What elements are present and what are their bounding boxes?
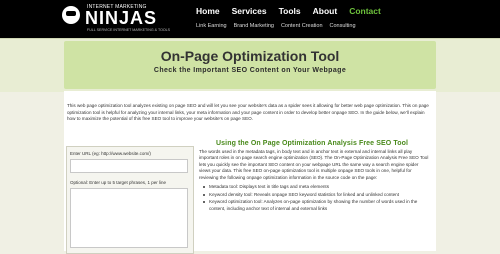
- sub-nav: Link Earning Brand Marketing Content Cre…: [196, 23, 363, 29]
- subnav-link-earning[interactable]: Link Earning: [196, 23, 227, 29]
- nav-about[interactable]: About: [313, 6, 338, 16]
- nav-contact[interactable]: Contact: [349, 6, 381, 16]
- ninja-logo-icon: [62, 6, 80, 24]
- intro-paragraph: This web page optimization tool analyzes…: [67, 103, 429, 121]
- list-item: Metadata tool: Displays text in title ta…: [203, 184, 431, 190]
- logo-wordmark: NINJAS: [85, 8, 158, 28]
- logo-tagline-bottom: FULL SERVICE INTERNET MARKETING & TOOLS: [87, 28, 171, 32]
- subnav-consulting[interactable]: Consulting: [330, 23, 356, 29]
- subnav-content-creation[interactable]: Content Creation: [281, 23, 323, 29]
- list-item: Keyword density tool: Reveals onpage SEO…: [203, 192, 431, 198]
- site-header: INTERNET MARKETING NINJAS FULL SERVICE I…: [0, 0, 500, 38]
- site-logo[interactable]: INTERNET MARKETING NINJAS FULL SERVICE I…: [62, 4, 182, 34]
- url-field-label: Enter URL (eg: http://www.website.com/): [70, 151, 151, 156]
- guide-paragraph: The words used in the metadata tags, in …: [199, 149, 429, 180]
- url-input[interactable]: [70, 159, 188, 173]
- list-item: Keyword optimization tool: Analyzes on-p…: [203, 199, 431, 211]
- guide-heading: Using the On Page Optimization Analysis …: [216, 140, 408, 147]
- target-phrases-textarea[interactable]: [70, 188, 188, 248]
- page-subtitle: Check the Important SEO Content on Your …: [153, 67, 347, 74]
- nav-services[interactable]: Services: [232, 6, 267, 16]
- page-title: On-Page Optimization Tool: [160, 48, 340, 64]
- tool-guide: Using the On Page Optimization Analysis …: [199, 140, 431, 213]
- nav-tools[interactable]: Tools: [279, 6, 301, 16]
- subnav-brand-marketing[interactable]: Brand Marketing: [234, 23, 274, 29]
- main-nav: Home Services Tools About Contact: [196, 6, 393, 16]
- guide-bullets: Metadata tool: Displays text in title ta…: [203, 184, 431, 212]
- nav-home[interactable]: Home: [196, 6, 220, 16]
- phrases-field-label: Optional: Enter up to 5 target phrases, …: [70, 180, 167, 185]
